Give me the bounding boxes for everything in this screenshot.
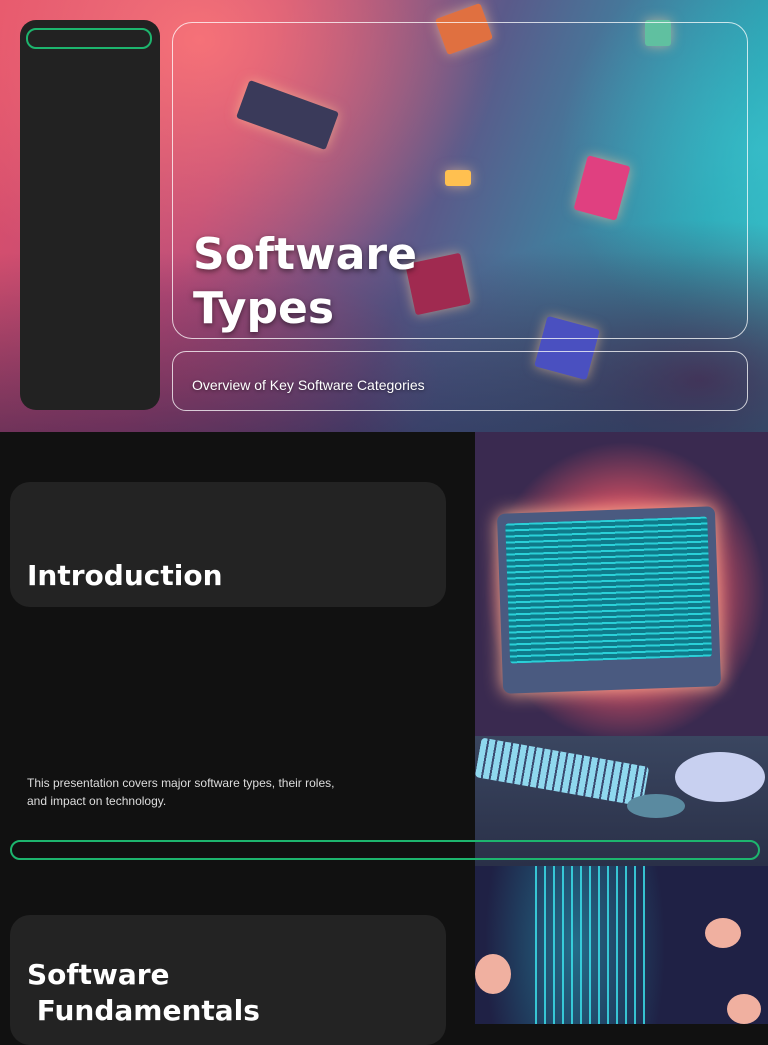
code-screen (505, 516, 713, 664)
fundamentals-heading: Software Fundamentals (27, 958, 260, 1027)
computer-illustration-image (475, 432, 768, 866)
title-box: Software Types (172, 22, 748, 339)
cloud (705, 918, 741, 948)
presentation-title: Software Types (193, 229, 417, 334)
fundamentals-heading-card: Software Fundamentals (10, 915, 446, 1045)
mouse (627, 794, 685, 818)
circuit-stream-image (475, 866, 768, 1024)
intro-body: This presentation covers major software … (27, 776, 335, 808)
side-panel-pill[interactable] (26, 28, 152, 49)
cloud (475, 954, 511, 994)
intro-heading: Introduction (27, 559, 223, 592)
title-slide: Software Types Overview of Key Software … (0, 0, 768, 432)
monitor (496, 506, 722, 694)
cloud (675, 752, 765, 802)
section-divider-pill[interactable] (10, 840, 760, 860)
cloud (727, 994, 761, 1024)
circuit-streams (535, 866, 645, 1024)
intro-heading-card: Introduction (10, 482, 446, 607)
side-panel (20, 20, 160, 410)
subtitle-box: Overview of Key Software Categories (172, 351, 748, 411)
presentation-subtitle: Overview of Key Software Categories (192, 377, 425, 393)
